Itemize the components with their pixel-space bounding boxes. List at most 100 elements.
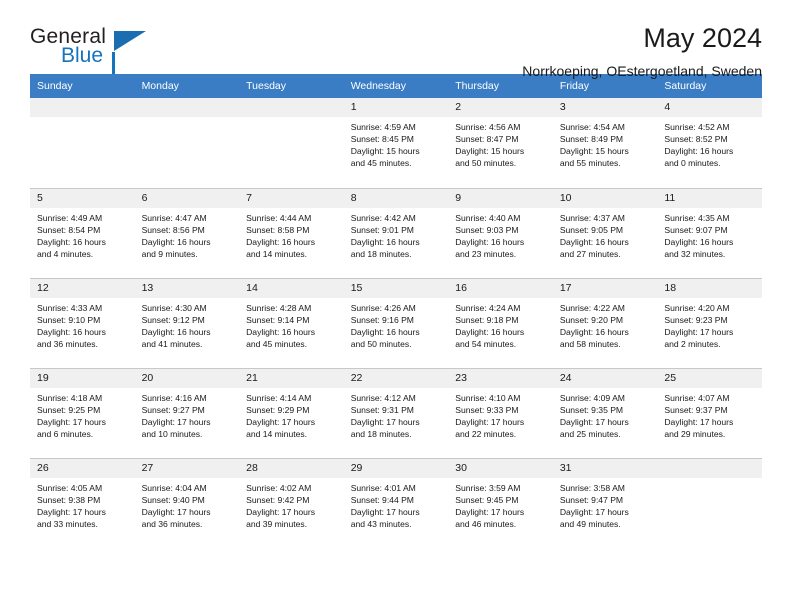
calendar-day-cell[interactable]: 11 Sunrise: 4:35 AM Sunset: 9:07 PM Dayligh…	[657, 187, 762, 278]
daylight-text-line1: Daylight: 15 hours	[350, 146, 420, 157]
calendar-day-cell[interactable]: 13 Sunrise: 4:30 AM Sunset: 9:12 PM Dayligh…	[134, 277, 240, 368]
brand-logo[interactable]: General Blue	[30, 0, 210, 74]
calendar-day-cell[interactable]: 30 Sunrise: 3:59 AM Sunset: 9:45 PM Dayligh…	[448, 457, 553, 548]
calendar-day-cell[interactable]: 22 Sunrise: 4:12 AM Sunset: 9:31 PM Dayligh…	[343, 367, 449, 458]
day-details: Sunrise: 4:35 AM Sunset: 9:07 PM Daylight:…	[657, 208, 762, 260]
daylight-text-line1: Daylight: 16 hours	[455, 236, 525, 247]
day-number: 1	[343, 98, 449, 117]
daylight-text-line1: Daylight: 17 hours	[664, 416, 734, 427]
calendar-day-cell[interactable]: 10 Sunrise: 4:37 AM Sunset: 9:05 PM Dayligh…	[552, 187, 658, 278]
calendar-day-cell[interactable]: 17 Sunrise: 4:22 AM Sunset: 9:20 PM Dayligh…	[552, 277, 658, 368]
calendar-day-cell[interactable]: 20 Sunrise: 4:16 AM Sunset: 9:27 PM Dayligh…	[134, 367, 240, 458]
calendar-day-cell[interactable]: 14 Sunrise: 4:28 AM Sunset: 9:14 PM Dayligh…	[239, 277, 344, 368]
sunset-text: Sunset: 9:16 PM	[350, 314, 414, 325]
calendar-day-cell[interactable]: 23 Sunrise: 4:10 AM Sunset: 9:33 PM Dayligh…	[448, 367, 553, 458]
calendar-day-cell[interactable]: 8 Sunrise: 4:42 AM Sunset: 9:01 PM Daylight…	[343, 187, 449, 278]
day-details: Sunrise: 4:40 AM Sunset: 9:03 PM Daylight:…	[448, 208, 553, 260]
daylight-text-line2: and 39 minutes.	[246, 518, 307, 529]
day-number: 2	[448, 98, 553, 117]
sunset-text: Sunset: 8:58 PM	[246, 224, 310, 235]
sunrise-text: Sunrise: 4:49 AM	[37, 212, 103, 223]
day-number	[239, 98, 344, 117]
calendar-day-cell-empty	[239, 98, 344, 188]
weekday-header-tuesday: Tuesday	[239, 74, 344, 98]
calendar-day-cell[interactable]: 27 Sunrise: 4:04 AM Sunset: 9:40 PM Dayligh…	[134, 457, 240, 548]
day-details: Sunrise: 4:02 AM Sunset: 9:42 PM Daylight:…	[239, 478, 344, 530]
sunrise-text: Sunrise: 4:30 AM	[141, 302, 207, 313]
calendar-day-cell[interactable]: 6 Sunrise: 4:47 AM Sunset: 8:56 PM Daylight…	[134, 187, 240, 278]
day-number: 15	[343, 278, 449, 298]
daylight-text-line2: and 58 minutes.	[559, 338, 621, 349]
daylight-text-line1: Daylight: 16 hours	[664, 146, 734, 157]
sunset-text: Sunset: 9:23 PM	[664, 314, 728, 325]
calendar-day-cell[interactable]: 7 Sunrise: 4:44 AM Sunset: 8:58 PM Daylight…	[239, 187, 344, 278]
day-details: Sunrise: 4:33 AM Sunset: 9:10 PM Daylight:…	[30, 298, 135, 350]
sunrise-text: Sunrise: 4:28 AM	[246, 302, 312, 313]
weekday-header-monday: Monday	[134, 74, 240, 98]
day-number	[134, 98, 240, 117]
daylight-text-line2: and 36 minutes.	[37, 338, 98, 349]
sunset-text: Sunset: 9:35 PM	[559, 404, 624, 415]
daylight-text-line2: and 9 minutes.	[141, 248, 198, 259]
day-details: Sunrise: 4:05 AM Sunset: 9:38 PM Daylight:…	[30, 478, 135, 530]
day-number: 11	[657, 188, 762, 208]
calendar-day-cell[interactable]: 12 Sunrise: 4:33 AM Sunset: 9:10 PM Dayligh…	[30, 277, 135, 368]
title-block: May 2024 Norrkoeping, OEstergoetland, Sw…	[522, 0, 762, 80]
day-number: 24	[552, 368, 658, 388]
calendar-week-row: 5 Sunrise: 4:49 AM Sunset: 8:54 PM Daylight…	[30, 187, 762, 278]
day-details: Sunrise: 4:59 AM Sunset: 8:45 PM Daylight:…	[344, 117, 449, 169]
calendar-day-cell[interactable]: 24 Sunrise: 4:09 AM Sunset: 9:35 PM Dayligh…	[552, 367, 658, 458]
sunrise-text: Sunrise: 4:10 AM	[455, 392, 521, 403]
daylight-text-line1: Daylight: 16 hours	[559, 236, 629, 247]
calendar-day-cell[interactable]: 26 Sunrise: 4:05 AM Sunset: 9:38 PM Dayligh…	[30, 457, 135, 548]
calendar-day-cell[interactable]: 18 Sunrise: 4:20 AM Sunset: 9:23 PM Dayligh…	[657, 277, 762, 368]
calendar-day-cell[interactable]: 29 Sunrise: 4:01 AM Sunset: 9:44 PM Dayligh…	[343, 457, 449, 548]
calendar-week-row: 19 Sunrise: 4:18 AM Sunset: 9:25 PM Dayligh…	[30, 367, 762, 458]
sunrise-text: Sunrise: 4:02 AM	[246, 482, 312, 493]
sunrise-text: Sunrise: 4:12 AM	[350, 392, 416, 403]
daylight-text-line1: Daylight: 17 hours	[37, 506, 106, 517]
calendar-day-cell[interactable]: 28 Sunrise: 4:02 AM Sunset: 9:42 PM Dayligh…	[239, 457, 344, 548]
calendar-day-cell[interactable]: 5 Sunrise: 4:49 AM Sunset: 8:54 PM Daylight…	[30, 187, 135, 278]
daylight-text-line1: Daylight: 17 hours	[141, 506, 211, 517]
calendar-day-cell[interactable]: 21 Sunrise: 4:14 AM Sunset: 9:29 PM Dayligh…	[239, 367, 344, 458]
sunrise-text: Sunrise: 4:47 AM	[141, 212, 207, 223]
calendar-page: General Blue May 2024 Norrkoeping, OEste…	[0, 0, 792, 612]
sunset-text: Sunset: 8:49 PM	[559, 134, 624, 145]
day-number: 14	[239, 278, 344, 298]
day-details: Sunrise: 4:22 AM Sunset: 9:20 PM Daylight:…	[553, 298, 658, 350]
calendar-day-cell[interactable]: 25 Sunrise: 4:07 AM Sunset: 9:37 PM Dayligh…	[657, 367, 762, 458]
day-number: 27	[134, 458, 240, 478]
daylight-text-line1: Daylight: 16 hours	[350, 236, 420, 247]
daylight-text-line1: Daylight: 15 hours	[455, 146, 525, 157]
sunrise-text: Sunrise: 4:40 AM	[455, 212, 521, 223]
daylight-text-line1: Daylight: 17 hours	[559, 416, 629, 427]
calendar-day-cell[interactable]: 19 Sunrise: 4:18 AM Sunset: 9:25 PM Dayligh…	[30, 367, 135, 458]
sunset-text: Sunset: 9:20 PM	[559, 314, 624, 325]
calendar-day-cell[interactable]: 1 Sunrise: 4:59 AM Sunset: 8:45 PM Daylight…	[343, 98, 449, 188]
day-details: Sunrise: 4:20 AM Sunset: 9:23 PM Daylight:…	[657, 298, 762, 350]
day-number	[657, 458, 762, 478]
sunset-text: Sunset: 9:29 PM	[246, 404, 310, 415]
calendar-day-cell[interactable]: 2 Sunrise: 4:56 AM Sunset: 8:47 PM Daylight…	[448, 98, 553, 188]
day-details: Sunrise: 3:59 AM Sunset: 9:45 PM Daylight:…	[448, 478, 553, 530]
calendar-day-cell[interactable]: 9 Sunrise: 4:40 AM Sunset: 9:03 PM Daylight…	[448, 187, 553, 278]
daylight-text-line2: and 14 minutes.	[246, 428, 307, 439]
day-number: 20	[134, 368, 240, 388]
calendar-day-cell[interactable]: 4 Sunrise: 4:52 AM Sunset: 8:52 PM Daylight…	[657, 98, 762, 188]
day-details: Sunrise: 4:49 AM Sunset: 8:54 PM Daylight:…	[30, 208, 135, 260]
daylight-text-line2: and 50 minutes.	[455, 158, 517, 169]
sunset-text: Sunset: 9:27 PM	[141, 404, 205, 415]
daylight-text-line2: and 41 minutes.	[141, 338, 203, 349]
calendar-day-cell[interactable]: 3 Sunrise: 4:54 AM Sunset: 8:49 PM Daylight…	[552, 98, 658, 188]
sunset-text: Sunset: 9:25 PM	[37, 404, 101, 415]
page-title: May 2024	[643, 23, 762, 53]
calendar-day-cell[interactable]: 15 Sunrise: 4:26 AM Sunset: 9:16 PM Dayligh…	[343, 277, 449, 368]
day-number: 18	[657, 278, 762, 298]
calendar-day-cell[interactable]: 16 Sunrise: 4:24 AM Sunset: 9:18 PM Dayligh…	[448, 277, 553, 368]
daylight-text-line1: Daylight: 17 hours	[246, 506, 316, 517]
calendar-day-cell[interactable]: 31 Sunrise: 3:58 AM Sunset: 9:47 PM Dayligh…	[552, 457, 658, 548]
sunrise-text: Sunrise: 4:24 AM	[455, 302, 521, 313]
sunrise-text: Sunrise: 4:56 AM	[455, 122, 521, 132]
daylight-text-line2: and 23 minutes.	[455, 248, 517, 259]
